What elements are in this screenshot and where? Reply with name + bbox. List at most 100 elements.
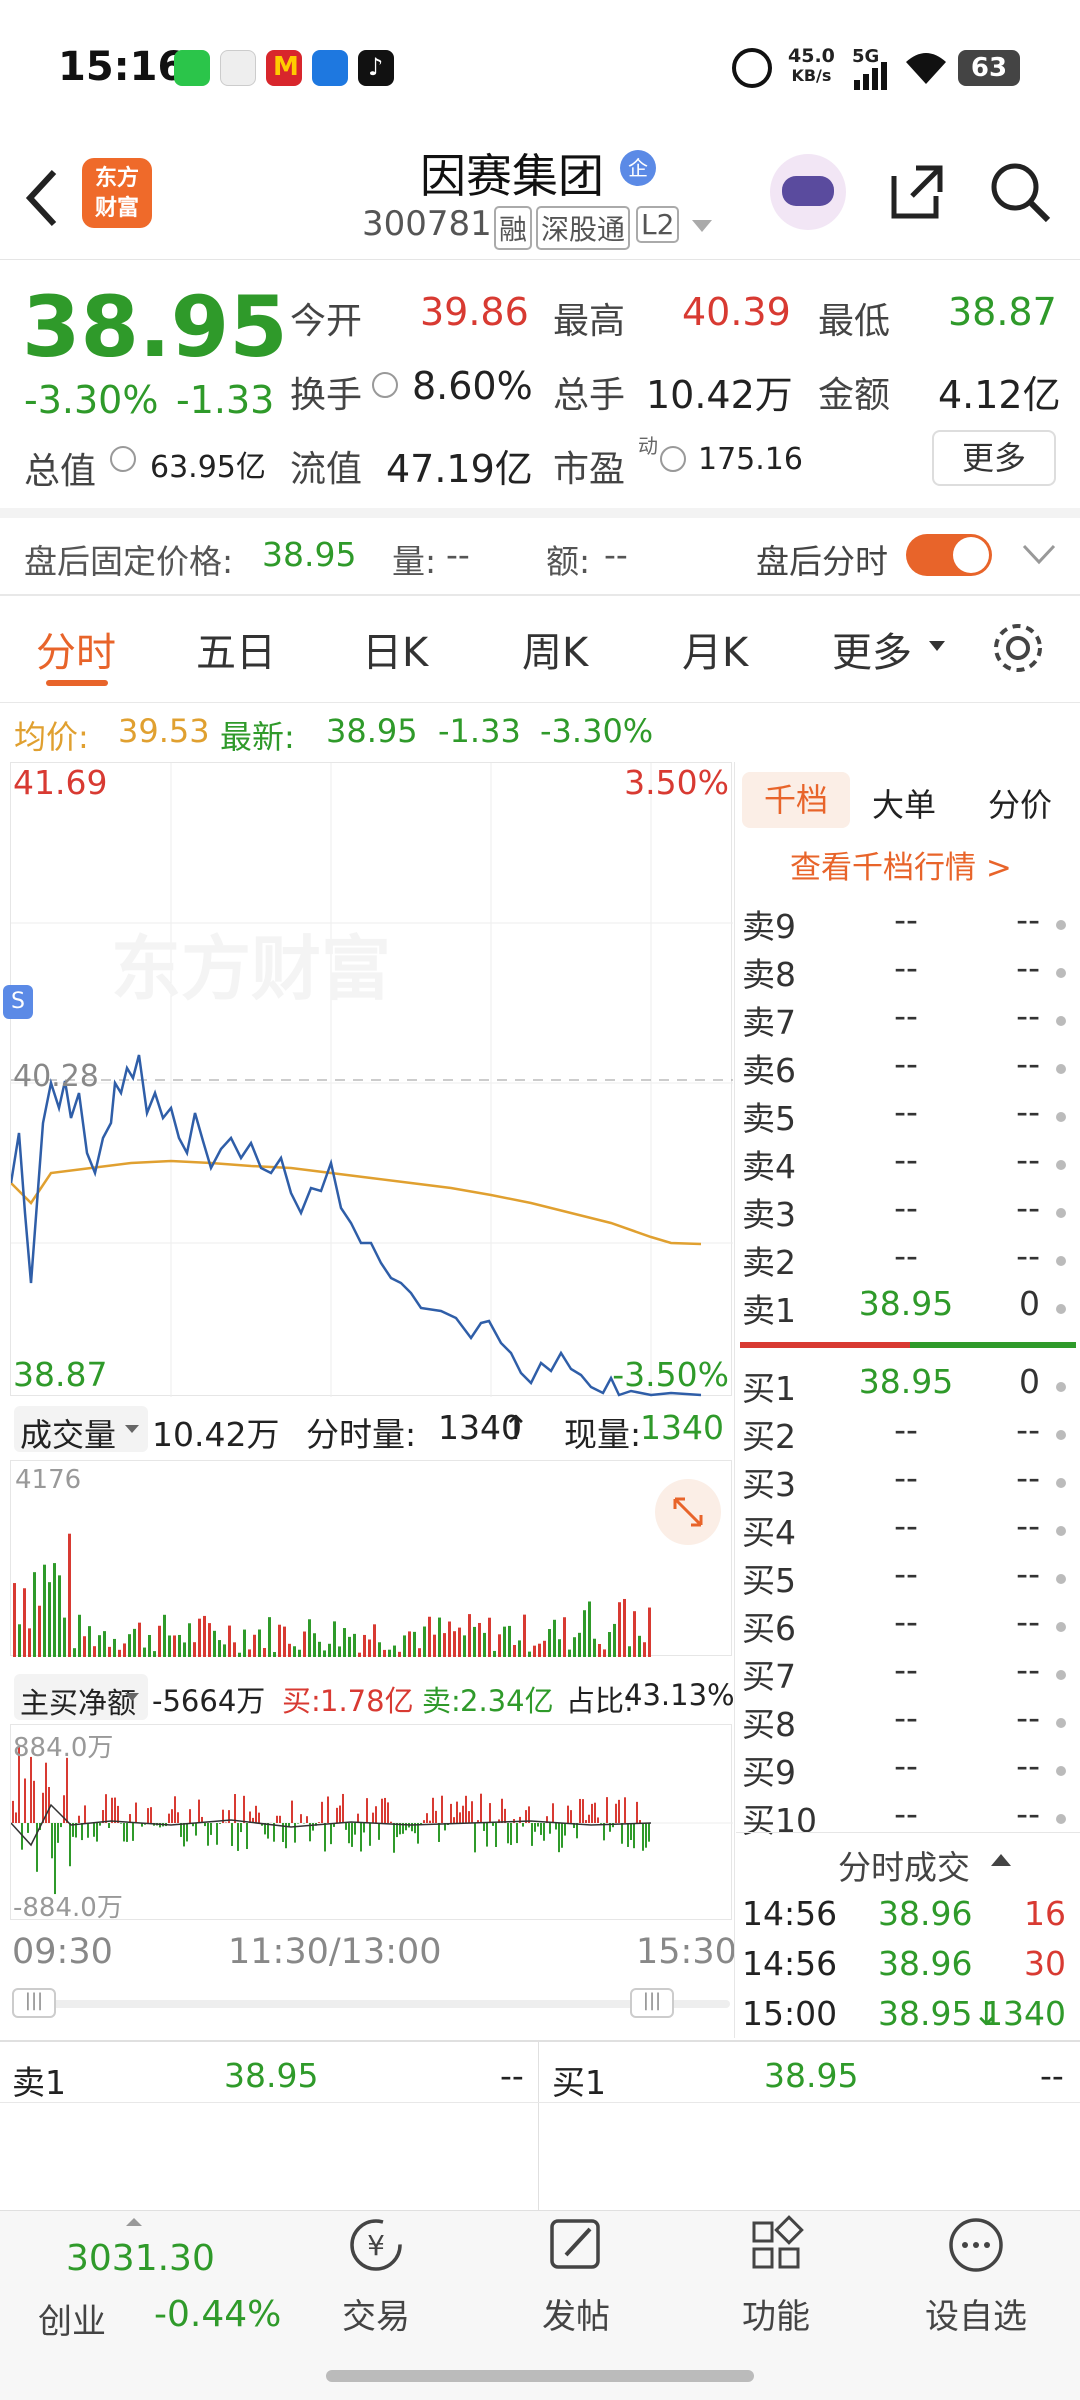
ref-price: 40.28	[13, 1059, 99, 1094]
tab-timeshare[interactable]: 分时	[36, 620, 116, 678]
range-right-handle[interactable]: |||	[630, 1988, 674, 2018]
info-icon[interactable]	[372, 372, 398, 398]
now-value: 1340	[640, 1408, 724, 1447]
volume-bar	[233, 1642, 236, 1657]
volume-bar	[593, 1638, 596, 1657]
range-track[interactable]	[12, 2000, 730, 2008]
ask-row[interactable]: 卖5 -- --	[740, 1092, 1070, 1140]
ask-row[interactable]: 卖2 -- --	[740, 1236, 1070, 1284]
bid-row[interactable]: 买5 -- --	[740, 1554, 1070, 1602]
tab-day-k[interactable]: 日K	[362, 620, 428, 678]
volume-bar	[368, 1639, 371, 1657]
ob-tab-thousand[interactable]: 千档	[742, 772, 850, 828]
netbuy-value: -5664万	[152, 1684, 266, 1718]
volume-bar	[338, 1646, 341, 1657]
ask-row[interactable]: 卖9 -- --	[740, 900, 1070, 948]
ask-row[interactable]: 卖1 38.95 0	[740, 1284, 1070, 1332]
bid-row[interactable]: 买6 -- --	[740, 1602, 1070, 1650]
nav-watchlist[interactable]: 设自选	[896, 2215, 1056, 2338]
ask-row[interactable]: 卖4 -- --	[740, 1140, 1070, 1188]
volume-bar	[153, 1651, 156, 1657]
info-icon[interactable]	[660, 446, 686, 472]
ask-row[interactable]: 卖7 -- --	[740, 996, 1070, 1044]
volume-bar	[343, 1628, 346, 1657]
bid-row[interactable]: 买9 -- --	[740, 1746, 1070, 1794]
volume-bar	[513, 1644, 516, 1657]
caret-up-icon	[126, 2218, 142, 2226]
tab-month-k[interactable]: 月K	[682, 620, 748, 678]
range-left-handle[interactable]: |||	[12, 1988, 56, 2018]
amount-label: 金额	[818, 375, 891, 416]
price-line	[11, 1054, 702, 1397]
index-pct[interactable]: -0.44%	[154, 2294, 281, 2335]
nav-post[interactable]: 发帖	[496, 2215, 656, 2338]
volume-bar	[348, 1636, 351, 1657]
ob-view-link[interactable]: 查看千档行情 >	[790, 842, 1012, 887]
share-icon[interactable]	[886, 162, 946, 222]
s-marker-icon[interactable]: S	[3, 985, 33, 1019]
bid-row[interactable]: 买3 -- --	[740, 1458, 1070, 1506]
back-arrow-icon[interactable]	[22, 168, 62, 228]
trade-row: 14:56 38.96 30	[742, 1944, 1066, 1983]
robot-assistant-icon[interactable]	[770, 154, 846, 230]
volume-bar	[258, 1629, 261, 1657]
netbuy-max: 884.0万	[13, 1733, 114, 1763]
bid-row[interactable]: 买4 -- --	[740, 1506, 1070, 1554]
info-icon[interactable]	[110, 446, 136, 472]
volume-bar	[448, 1621, 451, 1657]
volume-bar	[563, 1617, 566, 1657]
volume-bar	[523, 1614, 526, 1657]
eastmoney-logo[interactable]: 东方 财富	[82, 158, 152, 228]
ah-toggle[interactable]	[906, 534, 992, 576]
netbuy-chart[interactable]: 884.0万 -884.0万	[10, 1724, 733, 1923]
gear-icon[interactable]	[990, 620, 1046, 676]
home-indicator[interactable]	[326, 2370, 754, 2382]
strip-ask-label: 卖1	[12, 2063, 66, 2102]
chevron-down-icon[interactable]	[690, 218, 714, 234]
volume-bar	[578, 1632, 581, 1657]
bid-row[interactable]: 买2 -- --	[740, 1410, 1070, 1458]
ask-row[interactable]: 卖3 -- --	[740, 1188, 1070, 1236]
ask-row[interactable]: 卖6 -- --	[740, 1044, 1070, 1092]
top-pct: 3.50%	[624, 763, 729, 802]
volume-bar	[328, 1643, 331, 1657]
volume-bar	[223, 1644, 226, 1657]
more-button[interactable]: 更多	[932, 430, 1056, 486]
bid-row[interactable]: 买8 -- --	[740, 1698, 1070, 1746]
volume-bar	[103, 1631, 106, 1657]
expand-icon[interactable]	[655, 1479, 721, 1545]
volume-bar	[198, 1618, 201, 1657]
netbuy-selector[interactable]: 主买净额	[14, 1674, 148, 1720]
volume-value: 10.42万	[646, 373, 793, 417]
volume-bar	[598, 1644, 601, 1657]
volume-bar	[73, 1648, 76, 1657]
x-label-open: 09:30	[12, 1932, 113, 1972]
volume-bar	[93, 1646, 96, 1657]
ask-row[interactable]: 卖8 -- --	[740, 948, 1070, 996]
volume-selector[interactable]: 成交量	[14, 1406, 148, 1454]
tab-more[interactable]: 更多	[832, 620, 912, 678]
volume-bar	[238, 1652, 241, 1657]
bid-row[interactable]: 买7 -- --	[740, 1650, 1070, 1698]
intraday-chart[interactable]: 东方财富 41.69 3.50% 40.28 38.87 -3.50% S	[3, 762, 733, 1397]
tab-five-day[interactable]: 五日	[196, 620, 276, 678]
caret-down-icon	[125, 1425, 139, 1433]
trades-header[interactable]: 分时成交	[736, 1832, 1080, 1888]
volume-bar	[243, 1629, 246, 1657]
volume-bar	[203, 1615, 206, 1657]
bid-row[interactable]: 买1 38.95 0	[740, 1362, 1070, 1410]
search-icon[interactable]	[988, 160, 1052, 224]
index-name[interactable]: 创业	[38, 2294, 106, 2343]
fixed-price-value: 38.95	[262, 535, 357, 574]
volume-bar	[553, 1619, 556, 1657]
index-value[interactable]: 3031.30	[66, 2238, 215, 2279]
chevron-down-icon[interactable]	[1022, 544, 1056, 566]
netbuy-min: -884.0万	[13, 1893, 123, 1923]
volume-chart[interactable]: 4176	[10, 1460, 732, 1657]
nav-trade[interactable]: ¥ 交易	[296, 2215, 456, 2338]
ob-tab-bigorder[interactable]: 大单	[872, 780, 936, 826]
ob-tab-price[interactable]: 分价	[988, 780, 1052, 826]
mcap-value: 63.95亿	[150, 450, 266, 485]
nav-function[interactable]: 功能	[696, 2215, 856, 2338]
tab-week-k[interactable]: 周K	[522, 620, 588, 678]
